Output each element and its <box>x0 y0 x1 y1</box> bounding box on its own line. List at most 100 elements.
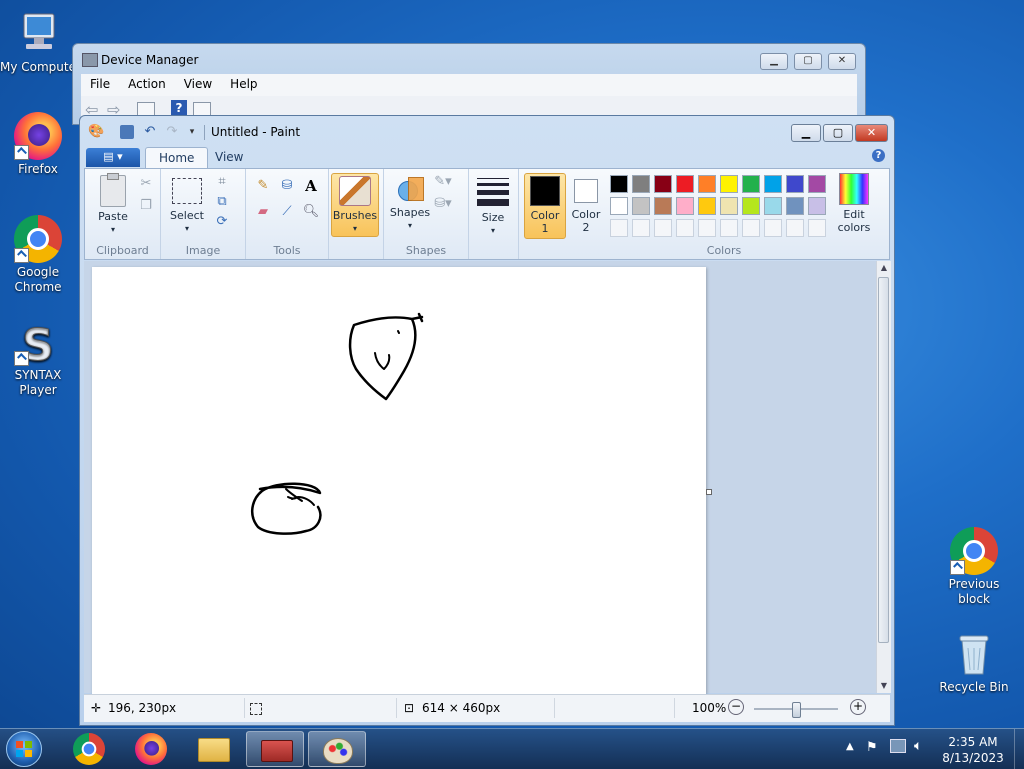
palette-swatch[interactable] <box>632 175 650 193</box>
close-button[interactable]: ✕ <box>828 53 856 70</box>
palette-swatch[interactable] <box>676 175 694 193</box>
edit-colors-button[interactable]: Edit colors <box>832 173 876 234</box>
palette-swatch[interactable] <box>632 197 650 215</box>
palette-swatch[interactable] <box>742 175 760 193</box>
custom-color-slot[interactable] <box>786 219 804 237</box>
palette-swatch[interactable] <box>654 197 672 215</box>
vertical-scrollbar[interactable]: ▲ ▼ <box>876 261 891 693</box>
rotate-icon[interactable]: ⟳ <box>213 213 231 231</box>
save-icon[interactable] <box>120 125 134 139</box>
scroll-thumb[interactable] <box>878 277 889 643</box>
palette-swatch[interactable] <box>610 197 628 215</box>
action-center-flag-icon[interactable]: ⚑ <box>866 740 878 755</box>
palette-swatch[interactable] <box>764 197 782 215</box>
desktop-icon-google-chrome[interactable]: Google Chrome <box>0 215 76 295</box>
shapes-button[interactable]: Shapes ▾ <box>388 175 432 232</box>
desktop-icon-previous-block[interactable]: Previous block <box>936 527 1012 607</box>
maximize-button[interactable]: ▢ <box>794 53 822 70</box>
redo-icon[interactable]: ↷ <box>164 124 180 140</box>
canvas-workspace[interactable] <box>84 261 876 694</box>
taskbar-device-manager[interactable] <box>246 731 304 767</box>
menu-help[interactable]: Help <box>221 74 266 94</box>
canvas-resize-handle[interactable] <box>706 489 712 495</box>
volume-muted-icon[interactable]: 🔈︎ <box>914 738 922 754</box>
scroll-down-arrow[interactable]: ▼ <box>877 679 891 693</box>
color2-button[interactable]: Color 2 <box>568 175 604 234</box>
menu-action[interactable]: Action <box>119 74 175 94</box>
device-manager-window[interactable]: Device Manager ▁ ▢ ✕ File Action View Help … <box>72 43 866 125</box>
close-button[interactable]: ✕ <box>855 124 888 142</box>
paint-window[interactable]: 🎨 ↶ ↷ ▾ Untitled - Paint ▁ ▢ ✕ ▤ ▾ Home … <box>79 115 895 726</box>
magnifier-icon[interactable]: 🔍︎ <box>302 203 320 221</box>
menu-view[interactable]: View <box>175 74 221 94</box>
menu-file[interactable]: File <box>81 74 119 94</box>
taskbar-chrome[interactable] <box>60 731 118 767</box>
brushes-button[interactable]: Brushes ▾ <box>331 173 379 237</box>
desktop-icon-firefox[interactable]: Firefox <box>0 112 76 177</box>
desktop-icon-my-computer[interactable]: My Compute <box>0 10 76 75</box>
copy-icon[interactable]: ❐ <box>137 197 155 215</box>
desktop-icon-syntax-player[interactable]: S SYNTAX Player <box>0 318 76 398</box>
help-icon[interactable]: ? <box>872 149 885 162</box>
palette-swatch[interactable] <box>786 175 804 193</box>
zoom-in-button[interactable]: + <box>850 699 866 715</box>
taskbar-clock[interactable]: 2:35 AM 8/13/2023 <box>938 734 1008 766</box>
palette-swatch[interactable] <box>742 197 760 215</box>
custom-color-slot[interactable] <box>610 219 628 237</box>
palette-swatch[interactable] <box>698 175 716 193</box>
color-picker-icon[interactable]: ⟋ <box>278 203 296 221</box>
palette-swatch[interactable] <box>610 175 628 193</box>
custom-color-slot[interactable] <box>742 219 760 237</box>
help-icon[interactable]: ? <box>171 100 187 116</box>
palette-swatch[interactable] <box>698 197 716 215</box>
desktop-icon-recycle-bin[interactable]: Recycle Bin <box>936 630 1012 695</box>
custom-color-slot[interactable] <box>808 219 826 237</box>
eraser-icon[interactable]: ▰ <box>254 203 272 221</box>
pencil-icon[interactable]: ✎ <box>254 177 272 195</box>
palette-swatch[interactable] <box>808 175 826 193</box>
zoom-slider[interactable] <box>754 702 838 718</box>
text-icon[interactable]: A <box>302 177 320 195</box>
show-hidden-icons[interactable]: ▲ <box>846 741 854 752</box>
custom-color-slot[interactable] <box>632 219 650 237</box>
taskbar-firefox[interactable] <box>122 731 180 767</box>
custom-color-slot[interactable] <box>720 219 738 237</box>
show-desktop-button[interactable] <box>1014 729 1024 769</box>
size-button[interactable]: Size ▾ <box>473 175 513 237</box>
taskbar-paint[interactable] <box>308 731 366 767</box>
palette-swatch[interactable] <box>720 175 738 193</box>
maximize-button[interactable]: ▢ <box>823 124 853 142</box>
tab-home[interactable]: Home <box>145 147 209 169</box>
start-button[interactable] <box>6 731 42 767</box>
custom-color-slot[interactable] <box>698 219 716 237</box>
paste-button[interactable]: Paste ▾ <box>93 173 133 236</box>
custom-color-slot[interactable] <box>654 219 672 237</box>
scroll-up-arrow[interactable]: ▲ <box>877 261 891 275</box>
minimize-button[interactable]: ▁ <box>760 53 788 70</box>
custom-color-slot[interactable] <box>676 219 694 237</box>
tab-view[interactable]: View <box>202 147 256 168</box>
minimize-button[interactable]: ▁ <box>791 124 821 142</box>
palette-swatch[interactable] <box>720 197 738 215</box>
cut-icon[interactable]: ✂ <box>137 175 155 193</box>
undo-icon[interactable]: ↶ <box>142 124 158 140</box>
palette-swatch[interactable] <box>764 175 782 193</box>
shape-fill-icon[interactable]: ⛁▾ <box>434 195 452 213</box>
outline-icon[interactable]: ✎▾ <box>434 173 452 191</box>
resize-icon[interactable]: ⧉ <box>213 193 231 211</box>
customize-quick-access-icon[interactable]: ▾ <box>184 124 200 140</box>
zoom-out-button[interactable]: − <box>728 699 744 715</box>
color1-button[interactable]: Color 1 <box>524 173 566 239</box>
fill-bucket-icon[interactable]: ⛁ <box>278 177 296 195</box>
zoom-slider-thumb[interactable] <box>792 702 801 718</box>
crop-icon[interactable]: ⌗ <box>213 173 231 191</box>
palette-swatch[interactable] <box>654 175 672 193</box>
palette-swatch[interactable] <box>808 197 826 215</box>
taskbar-explorer[interactable] <box>184 731 242 767</box>
palette-swatch[interactable] <box>676 197 694 215</box>
paint-menu-button[interactable]: ▤ ▾ <box>86 148 140 167</box>
network-icon[interactable] <box>890 739 906 753</box>
palette-swatch[interactable] <box>786 197 804 215</box>
custom-color-slot[interactable] <box>764 219 782 237</box>
drawing-canvas[interactable] <box>92 267 706 694</box>
